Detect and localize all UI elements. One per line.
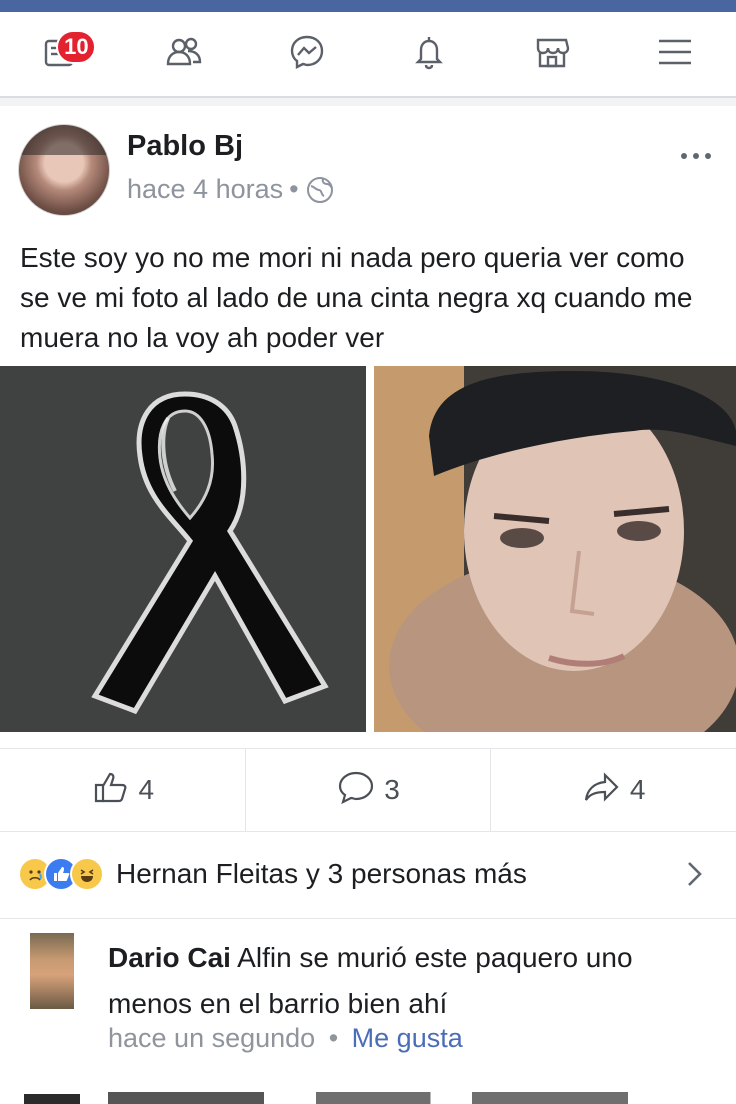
post-author-name[interactable]: Pablo Bj — [127, 130, 243, 163]
comment-meta: hace un segundo • Me gusta — [108, 1023, 463, 1054]
post-card: Pablo Bj hace 4 horas • Este soy yo no m… — [0, 106, 736, 1104]
haha-reaction-icon — [70, 857, 104, 891]
nav-marketplace[interactable] — [517, 24, 587, 84]
bell-icon — [409, 32, 449, 77]
meta-separator: • — [289, 174, 299, 204]
reaction-icons — [18, 857, 104, 891]
notification-count-badge: 10 — [56, 30, 97, 64]
post-header: Pablo Bj hace 4 horas • — [0, 106, 736, 226]
more-options-icon[interactable] — [674, 144, 718, 168]
comment-separator: • — [328, 1023, 339, 1053]
thumbs-up-icon — [91, 767, 131, 814]
share-count: 4 — [629, 774, 646, 805]
top-accent-bar — [0, 0, 736, 12]
comment-icon — [336, 767, 376, 814]
share-button[interactable]: 4 — [490, 749, 736, 831]
nav-menu[interactable] — [640, 24, 710, 84]
nav-notifications[interactable] — [394, 24, 464, 84]
commenter-avatar[interactable] — [30, 933, 74, 1009]
navbar: 10 — [0, 12, 736, 98]
post-time[interactable]: hace 4 horas — [127, 174, 283, 205]
comment-time: hace un segundo — [108, 1023, 316, 1053]
next-comment-partial — [0, 1088, 736, 1104]
post-meta: hace 4 horas • — [127, 174, 335, 205]
comment-body: Dario Cai Alfin se murió este paquero un… — [108, 935, 718, 1027]
comment-like-button[interactable]: Me gusta — [352, 1023, 463, 1053]
reactions-summary: Hernan Fleitas y 3 personas más — [116, 858, 527, 889]
nav-friends[interactable] — [149, 24, 219, 84]
comment-author-name[interactable]: Dario Cai — [108, 942, 231, 973]
photo-gap — [366, 366, 374, 732]
globe-icon — [305, 175, 335, 205]
menu-icon — [655, 32, 695, 77]
nav-messenger[interactable] — [272, 24, 342, 84]
post-photos — [0, 366, 736, 732]
chevron-right-icon[interactable] — [684, 860, 706, 888]
black-ribbon-photo[interactable] — [0, 366, 366, 732]
messenger-icon — [287, 32, 327, 77]
comment-button[interactable]: 3 — [244, 749, 491, 831]
author-avatar[interactable] — [18, 124, 110, 216]
like-count: 4 — [138, 774, 155, 805]
reactions-bar[interactable]: Hernan Fleitas y 3 personas más — [0, 842, 736, 906]
nav-news-feed[interactable]: 10 — [26, 24, 97, 84]
selfie-photo[interactable] — [374, 366, 736, 732]
friends-icon — [164, 32, 204, 77]
post-text: Este soy yo no me mori ni nada pero quer… — [20, 242, 693, 353]
share-arrow-icon — [582, 767, 622, 814]
next-commenter-avatar[interactable] — [24, 1094, 80, 1104]
comment-count: 3 — [384, 774, 400, 805]
next-comment-text-cropped — [108, 1092, 628, 1104]
post-actions: 4 3 4 — [0, 748, 736, 832]
marketplace-icon — [532, 32, 572, 77]
comment-item: Dario Cai Alfin se murió este paquero un… — [0, 918, 736, 1088]
like-button[interactable]: 4 — [0, 749, 245, 831]
